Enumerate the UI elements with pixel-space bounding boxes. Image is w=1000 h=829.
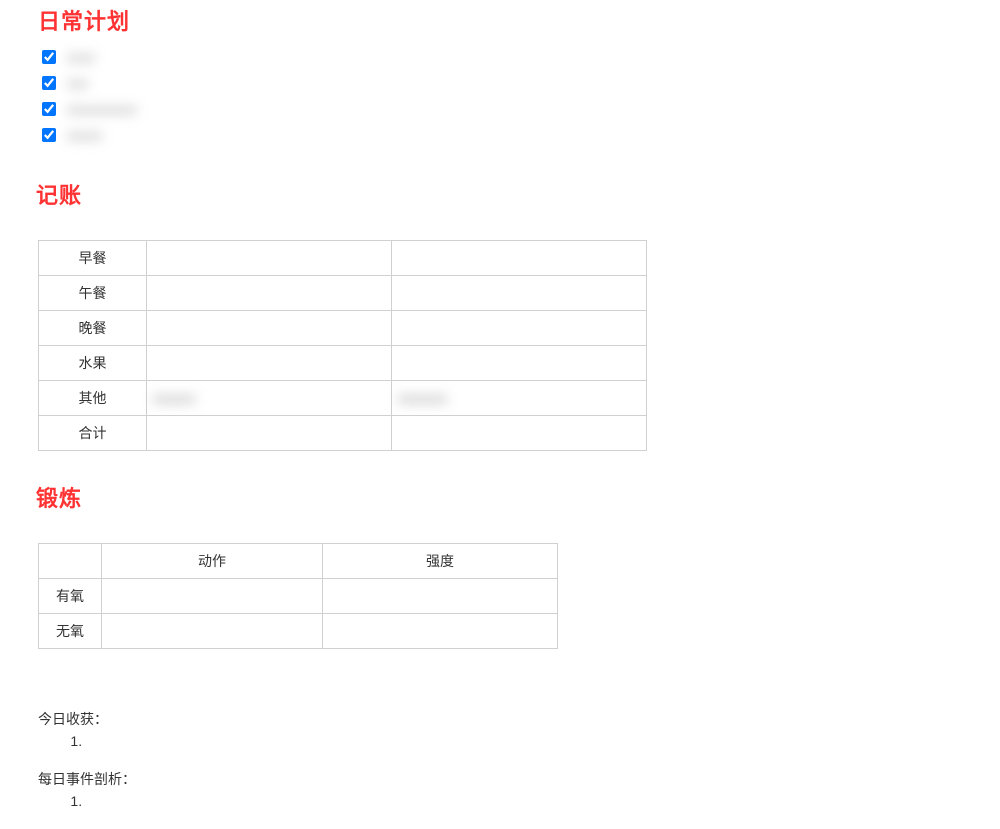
row-label: 水果 [39,346,147,381]
plan-checkbox-1[interactable] [42,50,56,64]
plan-checkbox-2[interactable] [42,76,56,90]
heading-exercise: 锻炼 [36,481,1000,513]
table-cell [323,579,558,614]
row-label: 无氧 [39,614,102,649]
list-item [86,793,1000,809]
table-cell [323,614,558,649]
table-cell [102,614,323,649]
heading-bookkeeping: 记账 [36,178,1000,210]
column-header: 强度 [323,544,558,579]
today-harvest-list [38,733,1000,749]
table-cell [147,311,392,346]
table-cell [392,416,647,451]
table-cell [147,416,392,451]
table-row: 合计 [39,416,647,451]
list-item: xxx [38,70,1000,96]
list-item: xxxxxxxxxx [38,96,1000,122]
row-label: 合计 [39,416,147,451]
daily-analysis-list [38,793,1000,809]
table-cell [392,241,647,276]
table-cell [147,346,392,381]
list-item: xxxx [38,44,1000,70]
bookkeeping-table: 早餐 午餐 晚餐 水果 其他 xxxxxx xxxxxxx 合计 [38,240,647,451]
daily-analysis-title: 每日事件剖析： [38,769,1000,789]
plan-checkbox-4[interactable] [42,128,56,142]
table-cell [147,276,392,311]
table-header: 动作 强度 [39,544,558,579]
row-label: 午餐 [39,276,147,311]
table-cell [392,276,647,311]
table-row: 水果 [39,346,647,381]
plan-label-blurred: xxxx [67,49,95,65]
table-cell: xxxxxxx [392,381,647,416]
heading-daily-plan: 日常计划 [38,4,1000,36]
table-cell: xxxxxx [147,381,392,416]
row-label: 有氧 [39,579,102,614]
list-item: xxxxx [38,122,1000,148]
notes-section: 今日收获： 每日事件剖析： [38,709,1000,809]
exercise-table: 动作 强度 有氧 无氧 [38,543,558,649]
plan-label-blurred: xxxxxxxxxx [67,101,137,117]
plan-label-blurred: xxxxx [67,127,102,143]
table-row: 早餐 [39,241,647,276]
table-row: 晚餐 [39,311,647,346]
table-row: 有氧 [39,579,558,614]
list-item [86,733,1000,749]
row-label: 晚餐 [39,311,147,346]
table-row: 午餐 [39,276,647,311]
column-header: 动作 [102,544,323,579]
plan-checkbox-3[interactable] [42,102,56,116]
today-harvest-title: 今日收获： [38,709,1000,729]
table-cell [392,311,647,346]
row-label: 其他 [39,381,147,416]
row-label: 早餐 [39,241,147,276]
table-cell [147,241,392,276]
table-cell [392,346,647,381]
daily-plan-list: xxxx xxx xxxxxxxxxx xxxxx [38,44,1000,148]
table-cell [102,579,323,614]
column-header [39,544,102,579]
table-row: 无氧 [39,614,558,649]
plan-label-blurred: xxx [67,75,88,91]
table-row: 其他 xxxxxx xxxxxxx [39,381,647,416]
